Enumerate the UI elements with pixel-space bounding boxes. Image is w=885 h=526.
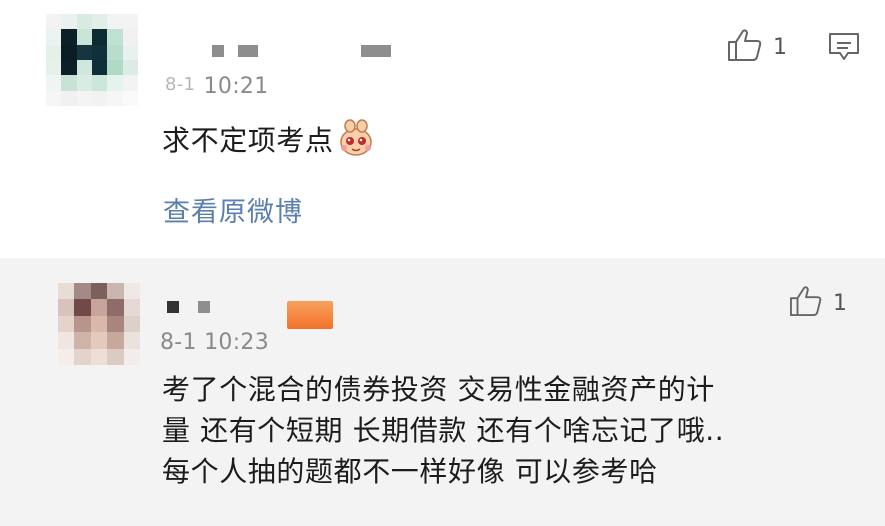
comment-text-line: 每个人抽的题都不一样好像 可以参考哈 <box>162 455 658 488</box>
like-count: 1 <box>773 34 787 60</box>
like-count: 1 <box>833 290 847 316</box>
comment-timestamp: 8-1 10:23 <box>160 330 270 355</box>
emoji-sticker-icon <box>336 118 376 169</box>
comment-text-line: 考了个混合的债券投资 交易性金融资产的计 <box>162 373 715 406</box>
avatar[interactable] <box>46 14 138 106</box>
comment-text: 考了个混合的债券投资 交易性金融资产的计 量 还有个短期 长期借款 还有个啥忘记… <box>162 369 724 492</box>
timestamp-date: 8-1 <box>165 74 196 95</box>
comment-text-line: 量 还有个短期 长期借款 还有个啥忘记了哦.. <box>162 414 725 447</box>
timestamp-time: 10:21 <box>203 74 269 99</box>
thumbs-up-icon <box>789 285 823 321</box>
like-button[interactable]: 1 <box>789 285 847 321</box>
comment-card-1: 8-1 10:21 求不定项考点 查看原微博 1 <box>0 0 885 258</box>
comment-text: 求不定项考点 <box>162 118 376 169</box>
thumbs-up-icon <box>727 28 763 66</box>
view-original-weibo-link[interactable]: 查看原微博 <box>163 190 303 229</box>
reply-comment-icon[interactable] <box>828 32 860 66</box>
avatar[interactable] <box>58 283 140 365</box>
like-button[interactable]: 1 <box>727 28 787 66</box>
comment-timestamp: 8-1 10:21 <box>165 74 269 99</box>
comment-text-body: 求不定项考点 <box>162 124 334 157</box>
comment-card-2: 8-1 10:23 考了个混合的债券投资 交易性金融资产的计 量 还有个短期 长… <box>0 258 885 526</box>
member-badge <box>287 301 333 329</box>
